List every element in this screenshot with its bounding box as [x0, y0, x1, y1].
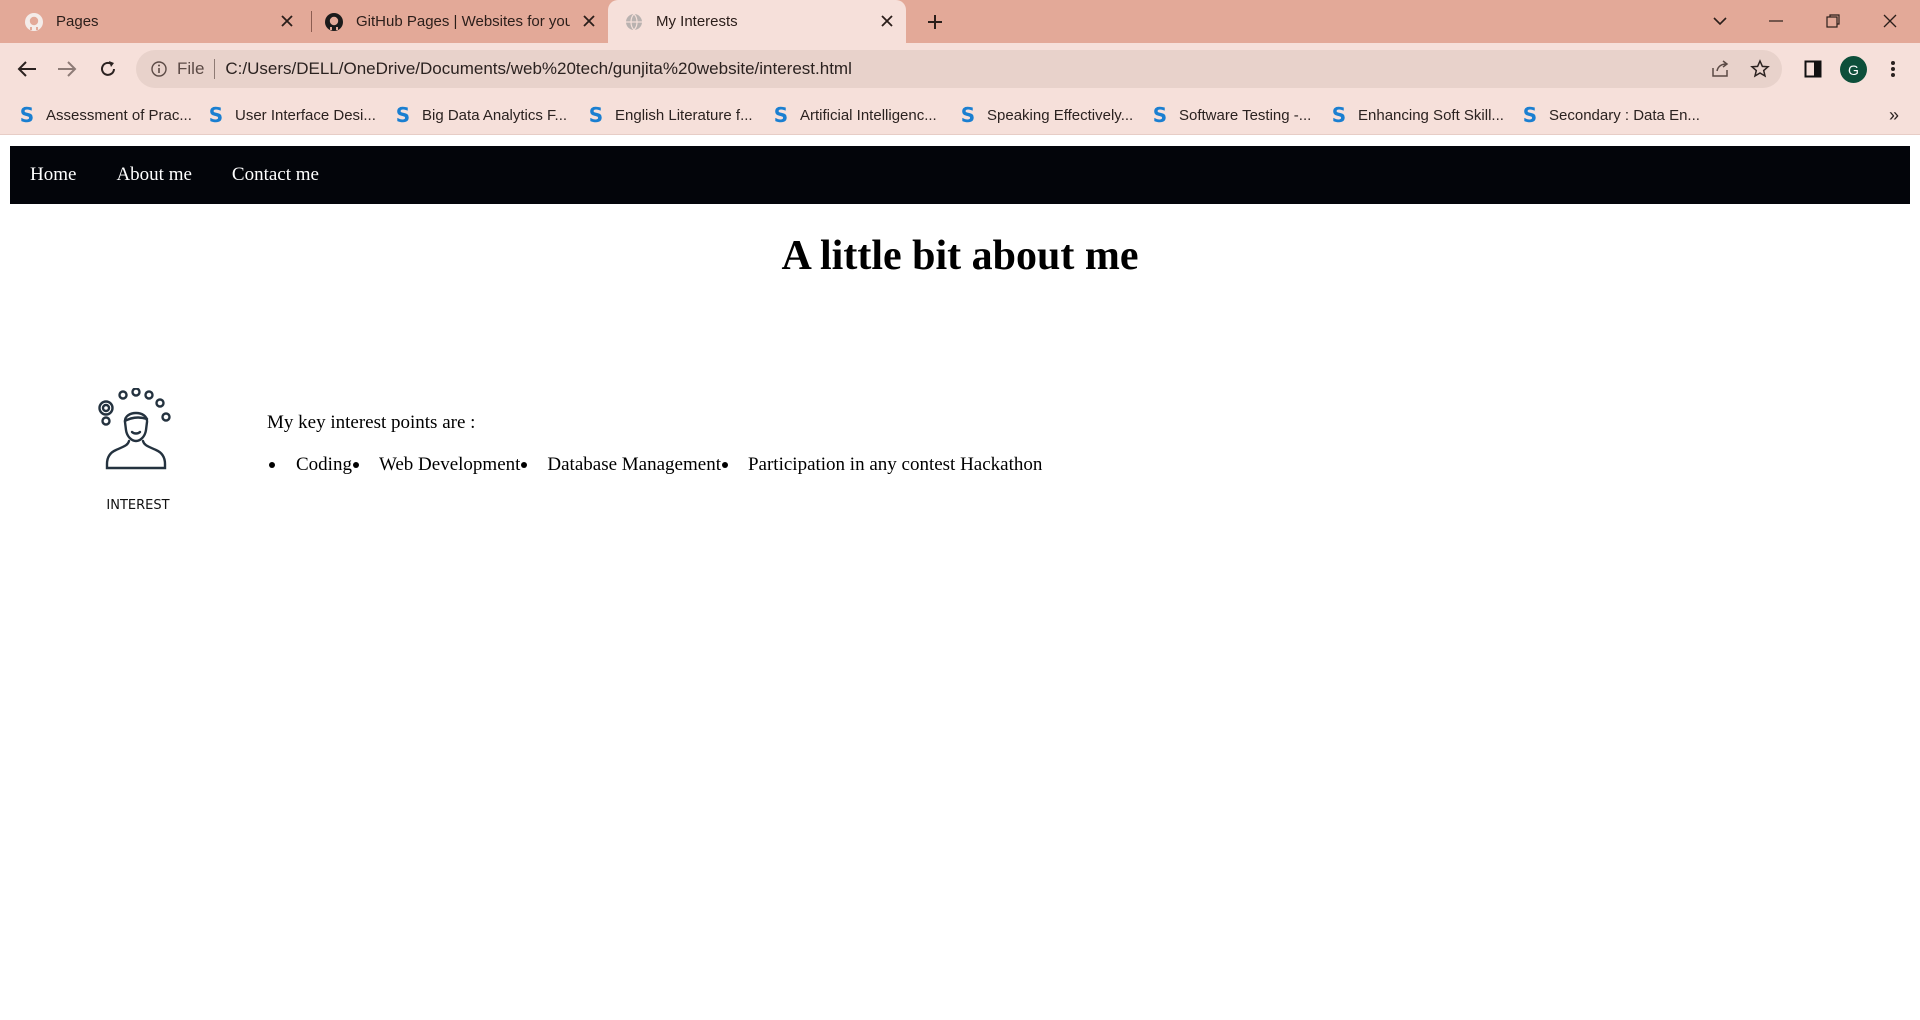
interest-intro: My key interest points are : [267, 412, 476, 433]
skillup-icon: S [773, 103, 789, 127]
bookmark-item[interactable]: S Enhancing Soft Skill... [1330, 103, 1504, 127]
nav-about-link[interactable]: About me [116, 164, 191, 186]
bullet [352, 462, 359, 468]
interest-item-label: Web Development [378, 454, 521, 475]
bookmark-label: English Literature f... [615, 106, 753, 124]
bookmarks-bar: S Assessment of Prac... S User Interface D… [0, 95, 1920, 135]
page-heading: A little bit about me [781, 233, 1139, 279]
skillup-icon: S [1152, 103, 1168, 127]
bookmark-label: Secondary : Data En... [1549, 106, 1700, 124]
tab-search-icon[interactable] [1700, 4, 1740, 38]
bookmark-item[interactable]: S Secondary : Data En... [1521, 103, 1700, 127]
bookmark-item[interactable]: S Speaking Effectively... [959, 103, 1133, 127]
omnibox-divider [214, 59, 216, 79]
close-icon[interactable] [278, 12, 296, 30]
bullet [521, 462, 528, 468]
tab-pages[interactable]: Pages [10, 0, 306, 43]
skillup-icon: S [1522, 103, 1538, 127]
close-icon[interactable] [580, 12, 598, 30]
tab-my-interests[interactable]: My Interests [608, 0, 906, 43]
globe-icon [624, 12, 644, 32]
bookmark-label: Software Testing -... [1179, 106, 1312, 124]
page-content: Home About me Contact me A little bit ab… [0, 136, 1920, 1020]
bookmark-item[interactable]: S Software Testing -... [1151, 103, 1312, 127]
close-window-icon[interactable] [1870, 4, 1910, 38]
skillup-icon: S [395, 103, 411, 127]
bullet [721, 462, 728, 468]
bookmark-label: Assessment of Prac... [46, 106, 192, 124]
interest-label: INTEREST [106, 498, 170, 513]
forward-icon[interactable] [51, 53, 83, 85]
tab-title: Pages [56, 13, 99, 30]
url-text[interactable]: C:/Users/DELL/OneDrive/Documents/web%20t… [225, 59, 851, 79]
scheme-label: File [177, 59, 205, 78]
minimize-icon[interactable] [1756, 4, 1796, 38]
tab-title: GitHub Pages | Websites for you [356, 13, 570, 30]
new-tab-button[interactable] [921, 8, 949, 36]
back-icon[interactable] [11, 53, 43, 85]
nav-home-link[interactable]: Home [30, 164, 76, 186]
bookmark-label: Speaking Effectively... [987, 106, 1134, 124]
interest-person-icon [98, 387, 171, 470]
interest-list: Coding Web Development Database Manageme… [267, 454, 1042, 476]
list-item: Participation in any contest Hackathon [721, 454, 1042, 476]
menu-icon[interactable] [1880, 56, 1906, 82]
skillup-icon: S [19, 103, 35, 127]
bookmark-item[interactable]: S Big Data Analytics F... [394, 103, 567, 127]
interest-item-label: Coding [296, 454, 352, 475]
list-item: Web Development [352, 454, 520, 476]
skillup-icon: S [1331, 103, 1347, 127]
side-panel-icon[interactable] [1800, 56, 1826, 82]
list-item: Coding [267, 454, 352, 476]
tab-title: My Interests [656, 13, 738, 30]
profile-avatar[interactable]: G [1840, 56, 1867, 83]
bookmark-item[interactable]: S Artificial Intelligenc... [772, 103, 937, 127]
bullet [269, 462, 275, 468]
interest-card: INTEREST [96, 387, 180, 513]
skillup-icon: S [208, 103, 224, 127]
skillup-icon: S [588, 103, 604, 127]
nav-contact-link[interactable]: Contact me [232, 164, 319, 186]
bookmark-item[interactable]: S User Interface Desi... [207, 103, 376, 127]
browser-toolbar: File C:/Users/DELL/OneDrive/Documents/we… [0, 43, 1920, 95]
github-icon [24, 12, 44, 32]
tab-github-pages[interactable]: GitHub Pages | Websites for you [312, 0, 608, 43]
tab-strip: Pages GitHub Pages | Websites for you My… [0, 0, 1920, 43]
bookmark-item[interactable]: S Assessment of Prac... [18, 103, 192, 127]
restore-icon[interactable] [1813, 4, 1853, 38]
interest-item-label: Database Management [547, 454, 721, 475]
more-bookmarks-button[interactable]: » [1882, 103, 1906, 127]
bookmark-label: Artificial Intelligenc... [800, 106, 937, 124]
bookmark-label: User Interface Desi... [235, 106, 376, 124]
bookmark-item[interactable]: S English Literature f... [587, 103, 753, 127]
site-navbar: Home About me Contact me [10, 146, 1910, 204]
bookmark-label: Enhancing Soft Skill... [1358, 106, 1504, 124]
list-item: Database Management [520, 454, 721, 476]
close-icon[interactable] [878, 12, 896, 30]
interest-item-label: Participation in any contest Hackathon [747, 454, 1043, 475]
share-icon[interactable] [1708, 57, 1732, 81]
github-icon [324, 12, 344, 32]
reload-icon[interactable] [92, 53, 124, 85]
star-icon[interactable] [1748, 57, 1772, 81]
info-icon[interactable] [149, 59, 169, 79]
skillup-icon: S [960, 103, 976, 127]
bookmark-label: Big Data Analytics F... [422, 106, 568, 124]
address-bar[interactable]: File C:/Users/DELL/OneDrive/Documents/we… [136, 50, 1782, 88]
